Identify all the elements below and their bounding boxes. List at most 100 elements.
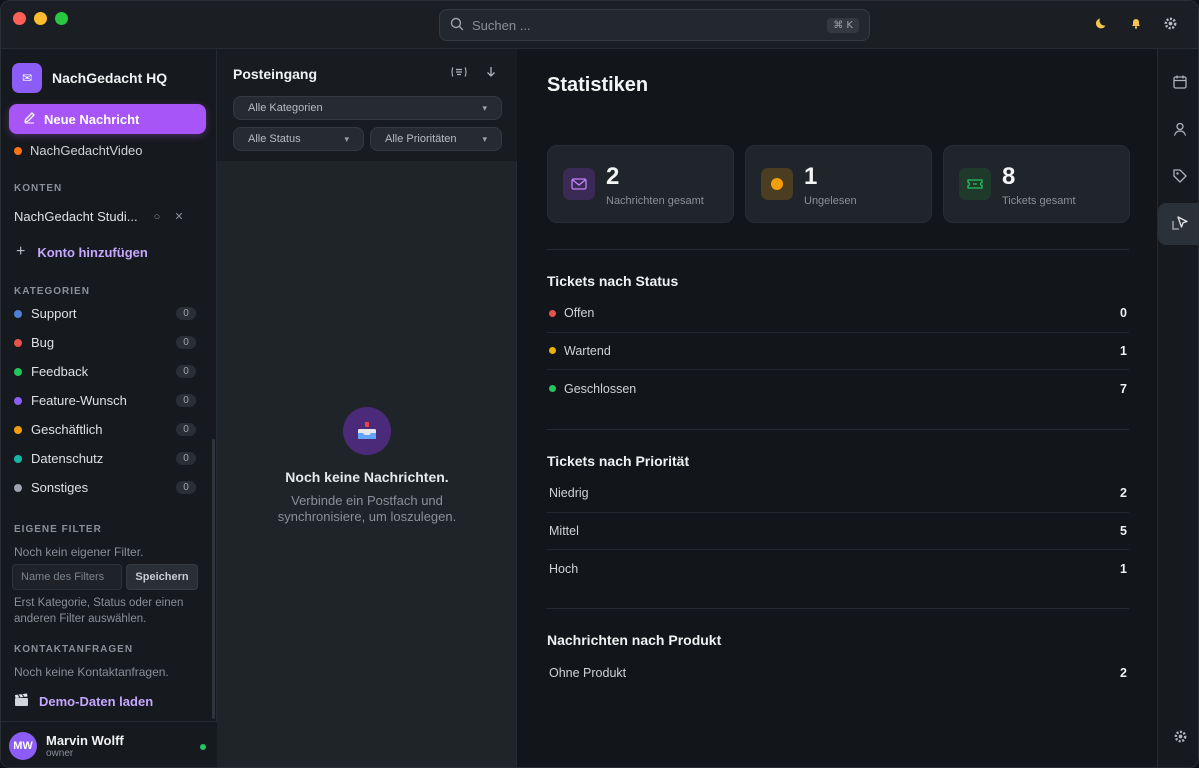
inbox-tray-icon [343,407,391,455]
category-dot [14,425,22,434]
stat-card-unread: 1 Ungelesen [745,145,932,223]
section-title: Nachrichten nach Produkt [547,632,722,648]
org-name: NachGedacht HQ [52,70,168,86]
add-account-button[interactable]: + Konto hinzufügen [16,243,148,261]
cursor-icon [1171,215,1189,234]
stat-card-label: Tickets gesamt [1002,195,1076,207]
title-bar: ⌘ K [1,1,1198,49]
sync-icon[interactable]: ○ [146,211,168,223]
category-list: Support 0 Bug 0 Feedback 0 Feature-Wunsch 0 Gesc… [14,299,196,502]
sidebar-item-category[interactable]: Support 0 [14,299,196,328]
contact-section-title: KONTAKTANFRAGEN [14,644,134,655]
search-bar[interactable]: ⌘ K [439,9,870,41]
demo-data-label: Demo-Daten laden [39,694,154,709]
envelope-icon [563,168,595,200]
stat-row-label: Hoch [549,561,579,576]
status-dot [549,309,556,317]
empty-state-title: Noch keine Nachrichten. [285,469,449,485]
category-label: Geschäftlich [31,422,103,437]
stat-card-label: Nachrichten gesamt [606,195,704,207]
section-title: Tickets nach Priorität [547,453,690,469]
category-label: Bug [31,335,55,350]
new-message-button[interactable]: Neue Nachricht [9,104,206,134]
moon-icon[interactable] [1094,15,1110,31]
status-select[interactable]: Alle Status ▾ [233,127,364,151]
minimize-window-button[interactable] [34,12,47,25]
inbox-header: Posteingang Alle Kategorien ▾ Alle Statu… [217,49,517,161]
stat-row: Niedrig 2 [547,475,1129,513]
sidebar-item-label: NachGedachtVideo [30,143,143,158]
categories-section-title: KATEGORIEN [14,286,90,297]
category-count-badge: 0 [176,423,196,436]
person-icon[interactable] [1167,116,1193,142]
stat-cards: 2 Nachrichten gesamt 1 Ungelesen 8 Ticke… [547,145,1130,223]
divider [547,249,1129,250]
stat-row: Offen 0 [547,295,1129,333]
no-filter-text: Noch kein eigener Filter. [14,545,144,559]
sidebar-scrollbar[interactable] [212,439,215,719]
category-dot [14,396,22,405]
sidebar-scroll-area[interactable]: NachGedachtVideo KONTEN NachGedacht Stud… [1,139,211,719]
filter-name-input[interactable] [12,564,122,590]
clapperboard-icon [14,693,29,710]
titlebar-actions [1094,15,1178,31]
stat-row-label: Offen [564,306,595,321]
account-name: NachGedacht Studi... [14,209,138,224]
stat-row-label: Mittel [549,523,579,538]
sidebar-item-category[interactable]: Feature-Wunsch 0 [14,386,196,415]
sidebar-item-category[interactable]: Sonstiges 0 [14,473,196,502]
priority-select-value: Alle Prioritäten [385,133,457,145]
user-profile[interactable]: MW Marvin Wolff owner [1,721,217,767]
category-dot [14,338,22,347]
category-dot [14,146,22,155]
org-switcher[interactable]: ✉ NachGedacht HQ [12,63,167,93]
stat-card-tickets: 8 Tickets gesamt [943,145,1130,223]
sidebar-item-category[interactable]: Datenschutz 0 [14,444,196,473]
stat-row: Geschlossen 7 [547,370,1129,408]
category-count-badge: 0 [176,394,196,407]
sidebar-item-category[interactable]: Geschäftlich 0 [14,415,196,444]
avatar: MW [9,731,37,760]
load-demo-data-button[interactable]: Demo-Daten laden [14,693,153,710]
calendar-icon[interactable] [1167,69,1193,95]
page-title: Statistiken [547,74,649,96]
save-filter-button[interactable]: Speichern [126,564,198,590]
gear-icon[interactable] [1162,15,1178,31]
empty-state-description: Verbinde ein Postfach und synchronisiere… [277,493,457,524]
bell-icon[interactable] [1128,15,1144,31]
add-account-label: Konto hinzufügen [37,244,148,260]
account-item[interactable]: NachGedacht Studi... ○ ✕ [14,209,194,224]
sort-down-icon[interactable] [485,66,497,81]
stat-row-value: 7 [1120,381,1127,396]
filter-list-icon[interactable] [451,66,467,81]
gear-icon[interactable] [1167,723,1193,749]
window-controls [13,12,68,25]
stat-row: Ohne Produkt 2 [547,654,1129,692]
sidebar-item-category[interactable]: Feedback 0 [14,357,196,386]
statistics-nav-button[interactable] [1158,203,1198,245]
status-dot [549,347,556,355]
mail-icon: ✉ [12,63,42,93]
stat-row-value: 1 [1120,561,1127,576]
category-label: Datenschutz [31,451,104,466]
stat-row: Mittel 5 [547,513,1129,550]
priority-select[interactable]: Alle Prioritäten ▾ [370,127,502,151]
category-label: Sonstiges [31,480,89,495]
stat-row: Hoch 1 [547,550,1129,588]
sidebar: ✉ NachGedacht HQ NachGedachtVideo KONTEN… [1,49,217,767]
close-icon[interactable]: ✕ [168,210,190,223]
maximize-window-button[interactable] [55,12,68,25]
accounts-section-title: KONTEN [14,183,63,194]
search-input[interactable] [472,17,820,33]
sidebar-item-partial[interactable]: NachGedachtVideo [14,143,143,158]
inbox-panel: Posteingang Alle Kategorien ▾ Alle Statu… [217,49,517,767]
status-select-value: Alle Status [248,133,301,145]
sidebar-item-category[interactable]: Bug 0 [14,328,196,357]
category-select[interactable]: Alle Kategorien ▾ [233,96,502,120]
close-window-button[interactable] [13,12,26,25]
statistics-panel: Statistiken 2 Nachrichten gesamt 1 Ungel… [517,49,1157,767]
inbox-title: Posteingang [233,66,318,82]
tag-icon[interactable] [1167,163,1193,189]
category-label: Feature-Wunsch [31,393,127,408]
stat-row-value: 2 [1120,486,1127,501]
